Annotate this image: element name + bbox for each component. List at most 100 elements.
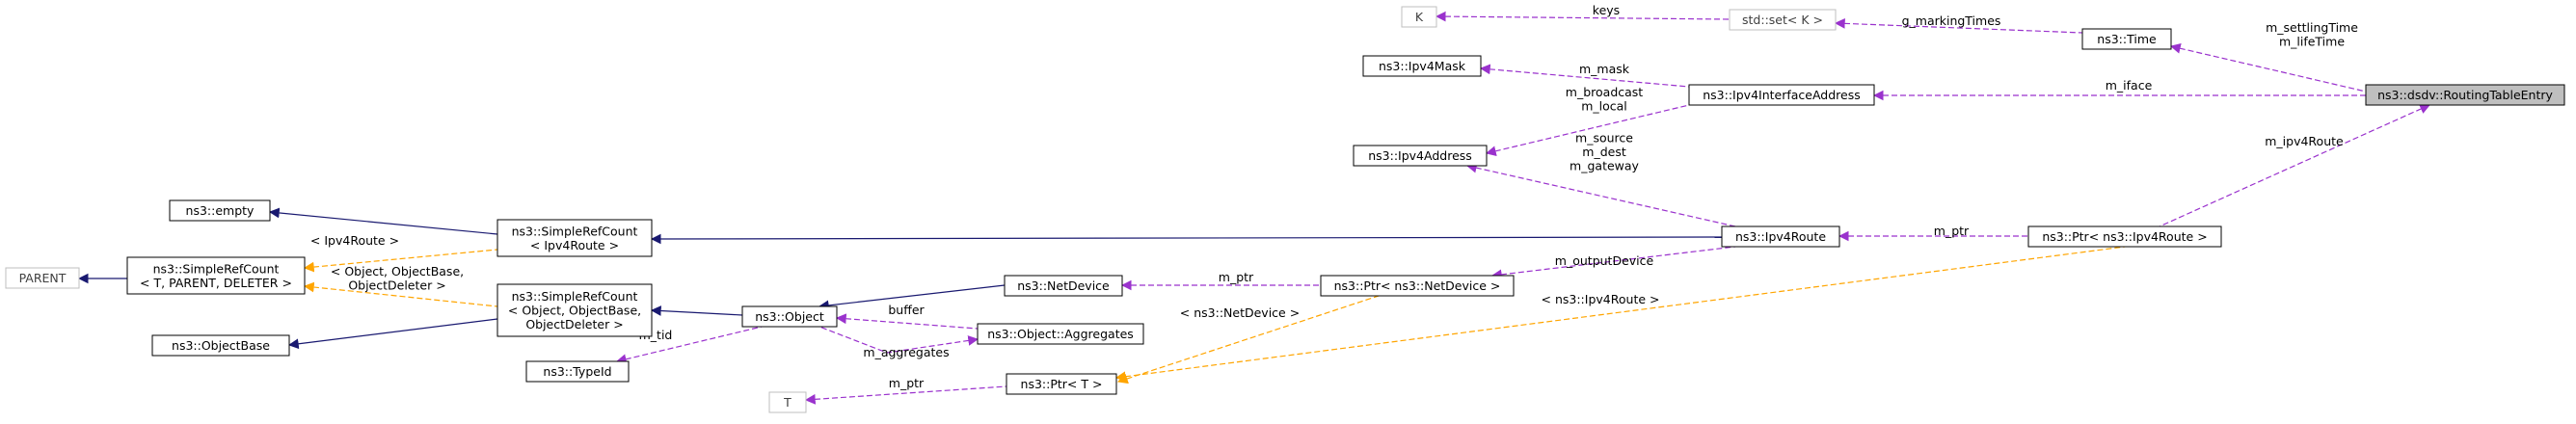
edge-label: < Ipv4Route > (310, 233, 399, 248)
class-node-label: ObjectDeleter > (525, 317, 623, 331)
edge-label: m_mask (1579, 62, 1630, 76)
edge-label: m_settlingTime m_lifeTime (2266, 20, 2358, 49)
class-node-label: ns3::Object (755, 309, 824, 324)
edge-label-line: m_dest (1582, 145, 1626, 159)
class-node-label: ns3::Ipv4InterfaceAddress (1703, 88, 1861, 102)
edge-label-line: m_ptr (889, 376, 925, 390)
class-node-object-base[interactable]: ns3::ObjectBase (151, 334, 290, 357)
edge-label-line: m_aggregates (863, 345, 949, 359)
edge-k-to-set-k (1435, 11, 1731, 22)
class-node-ptr-t[interactable]: ns3::Ptr< T > (1006, 373, 1117, 395)
edge-label: m_aggregates (863, 345, 949, 359)
edge-label-line: m_mask (1579, 62, 1630, 76)
edge-ptr-ipv4-route-to-routing-table-entry (2159, 104, 2430, 227)
edge-label: keys (1593, 3, 1620, 17)
edge-label-line: m_settlingTime (2266, 20, 2358, 35)
class-node-label: < Ipv4Route > (530, 238, 619, 252)
class-node-label: ns3::SimpleRefCount (153, 261, 280, 276)
edge-label: m_ipv4Route (2265, 134, 2344, 148)
class-node-label: < T, PARENT, DELETER > (140, 276, 292, 290)
class-node-label: ns3::Time (2097, 32, 2157, 46)
class-node-label: ns3::TypeId (543, 364, 611, 379)
edge-label: m_ptr (1934, 224, 1970, 238)
class-node-ipv4-address[interactable]: ns3::Ipv4Address (1353, 145, 1488, 167)
class-node-label: ns3::Ptr< ns3::Ipv4Route > (2042, 229, 2207, 244)
edge-label: buffer (888, 303, 925, 317)
edge-label-line: ObjectDeleter > (348, 278, 445, 292)
class-node-label: ns3::ObjectBase (172, 338, 270, 353)
class-node-label: ns3::Ipv4Address (1368, 148, 1472, 163)
class-node-label: T (783, 395, 792, 410)
edge-label: < Object, ObjectBase, ObjectDeleter > (331, 264, 464, 293)
edge-simple-ref-count-object-to-object (650, 305, 743, 316)
edge-label-line: m_gateway (1570, 159, 1639, 173)
edge-label: g_markingTimes (1902, 13, 2001, 28)
edge-label: m_outputDevice (1555, 253, 1654, 268)
edge-label: < ns3::NetDevice > (1180, 305, 1300, 320)
class-node-set-k: std::set< K > (1729, 9, 1837, 31)
edge-label-line: < ns3::NetDevice > (1180, 305, 1300, 320)
edge-label-line: buffer (888, 303, 925, 317)
edge-label: m_source m_dest m_gateway (1570, 131, 1639, 173)
edge-label-line: m_iface (2106, 78, 2153, 93)
edge-label: < ns3::Ipv4Route > (1542, 292, 1660, 306)
edge-simple-ref-count-ipv4-route-to-ipv4-route (650, 233, 1723, 245)
class-node-label: ns3::dsdv::RoutingTableEntry (2377, 88, 2553, 102)
edge-label-line: g_markingTimes (1902, 13, 2001, 28)
edge-label-line: m_broadcast (1566, 85, 1644, 99)
class-node-label: ns3::Ptr< ns3::NetDevice > (1334, 278, 1501, 293)
nodes-layer: ns3::dsdv::RoutingTableEntry ns3::Time std… (5, 6, 2565, 413)
edge-label: m_ptr (1219, 270, 1254, 284)
class-node-label: ns3::empty (186, 203, 255, 218)
class-node-label: ns3::Ptr< T > (1021, 377, 1103, 391)
class-node-label: PARENT (19, 271, 67, 285)
class-node-ptr-net-device[interactable]: ns3::Ptr< ns3::NetDevice > (1320, 275, 1515, 297)
class-node-label: ns3::Ipv4Route (1735, 229, 1826, 244)
edge-empty-to-simple-ref-count-ipv4-route (268, 207, 498, 235)
class-node-label: ns3::NetDevice (1017, 278, 1110, 293)
edge-label-line: < ns3::Ipv4Route > (1542, 292, 1660, 306)
class-node-label: < Object, ObjectBase, (508, 304, 641, 318)
edge-label-line: m_ptr (1219, 270, 1254, 284)
edge-label: m_ptr (889, 376, 925, 390)
edges-layer (77, 11, 2430, 405)
class-node-k: K (1401, 6, 1437, 28)
class-node-parent: PARENT (5, 267, 80, 289)
class-node-simple-ref-count-ipv4-route[interactable]: ns3::SimpleRefCount< Ipv4Route > (496, 219, 653, 257)
class-node-ipv4-mask[interactable]: ns3::Ipv4Mask (1362, 55, 1482, 77)
class-node-object[interactable]: ns3::Object (741, 305, 838, 328)
edge-ipv4-address-to-ipv4-route (1465, 162, 1736, 227)
collaboration-diagram: m_settlingTime m_lifeTime m_iface m_ipv4Rou… (5, 3, 2565, 413)
class-node-label: ns3::SimpleRefCount (512, 289, 638, 304)
class-node-object-aggregates[interactable]: ns3::Object::Aggregates (977, 323, 1144, 345)
class-node-t: T (768, 391, 807, 413)
edge-label-line: < Object, ObjectBase, (331, 264, 464, 278)
class-node-net-device[interactable]: ns3::NetDevice (1004, 275, 1123, 297)
edge-label-line: m_lifeTime (2279, 34, 2345, 48)
edge-time-to-routing-table-entry (2169, 42, 2367, 93)
edge-label-line: m_ipv4Route (2265, 134, 2344, 148)
class-node-label: std::set< K > (1742, 13, 1823, 27)
class-node-label: K (1415, 10, 1424, 24)
edge-label: m_iface (2106, 78, 2153, 93)
class-node-time[interactable]: ns3::Time (2081, 28, 2172, 50)
edge-object-base-to-simple-ref-count-object (287, 318, 498, 350)
class-node-routing-table-entry[interactable]: ns3::dsdv::RoutingTableEntry (2365, 84, 2565, 106)
class-node-label: ns3::Object::Aggregates (987, 327, 1134, 341)
class-node-simple-ref-count-object[interactable]: ns3::SimpleRefCount< Object, ObjectBase,… (496, 283, 653, 337)
class-node-ipv4-interface-address[interactable]: ns3::Ipv4InterfaceAddress (1688, 84, 1875, 106)
class-node-type-id[interactable]: ns3::TypeId (525, 360, 630, 383)
class-node-empty[interactable]: ns3::empty (169, 199, 271, 222)
edge-label-line: m_outputDevice (1555, 253, 1654, 268)
edge-object-to-object-aggregates (835, 313, 979, 330)
edge-label-line: m_local (1581, 98, 1627, 113)
edge-label-line: keys (1593, 3, 1620, 17)
edge-label: m_broadcast m_local (1566, 85, 1644, 114)
edge-label-line: m_source (1575, 131, 1633, 146)
class-node-label: ns3::Ipv4Mask (1379, 59, 1466, 73)
class-node-ipv4-route[interactable]: ns3::Ipv4Route (1721, 225, 1840, 248)
class-node-ptr-ipv4-route[interactable]: ns3::Ptr< ns3::Ipv4Route > (2027, 225, 2222, 248)
edge-label-line: m_ptr (1934, 224, 1970, 238)
class-node-label: ns3::SimpleRefCount (512, 224, 638, 238)
class-node-simple-ref-count-template[interactable]: ns3::SimpleRefCount< T, PARENT, DELETER … (126, 256, 306, 295)
